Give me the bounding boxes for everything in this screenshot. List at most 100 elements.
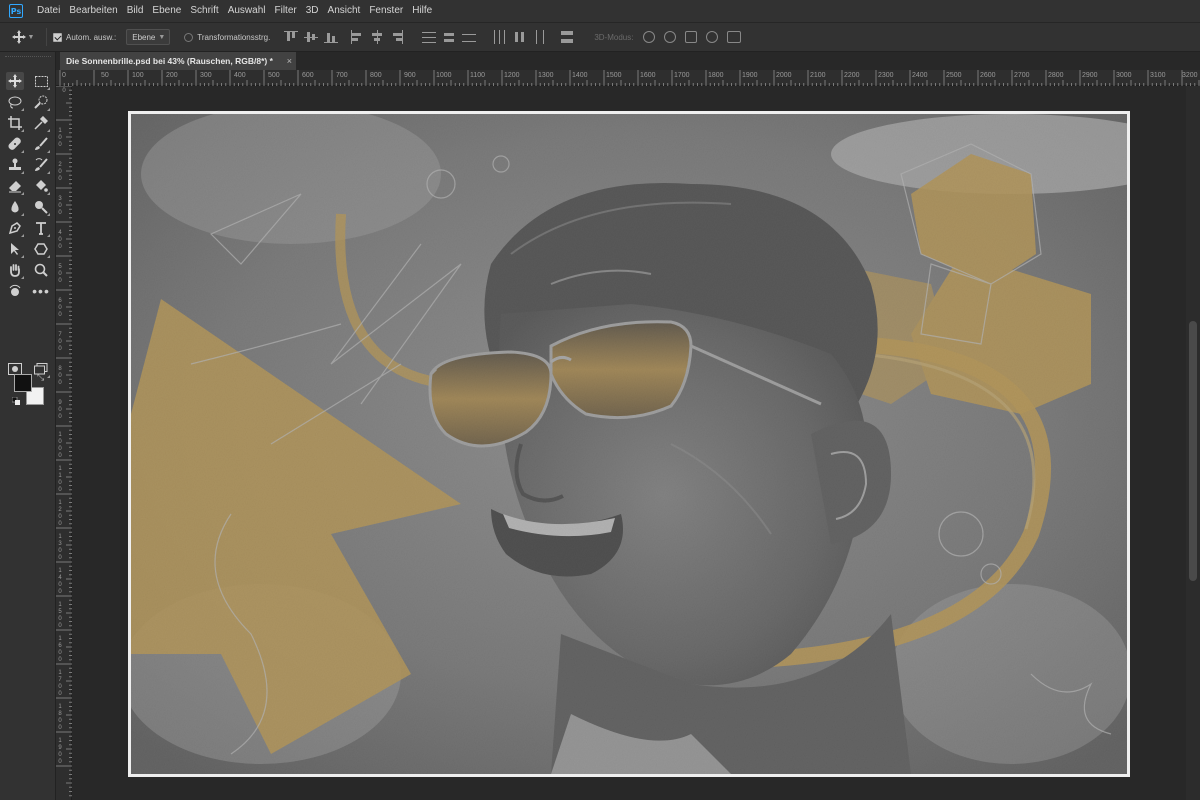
align-right-icon[interactable]	[390, 30, 404, 44]
align-bottom-icon[interactable]	[324, 30, 339, 44]
quick-select-tool[interactable]	[32, 93, 50, 111]
panel-grip[interactable]	[5, 56, 51, 62]
paint-bucket-tool[interactable]	[32, 177, 50, 195]
transform-controls-checkbox[interactable]	[184, 32, 194, 42]
3d-orbit-icon[interactable]	[643, 31, 656, 43]
rotate-view-tool[interactable]	[6, 282, 24, 300]
menu-bild[interactable]: Bild	[123, 0, 148, 22]
ruler-label: 3100	[1150, 72, 1166, 79]
eyedropper-tool[interactable]	[32, 114, 50, 132]
tools-panel: ••• ⤡	[0, 52, 56, 800]
distribute-bottom-icon[interactable]	[462, 30, 477, 44]
clone-stamp-tool[interactable]	[6, 156, 24, 174]
document-canvas[interactable]	[128, 111, 1130, 777]
ruler-label: 50	[101, 72, 109, 79]
foreground-color-swatch[interactable]	[14, 374, 32, 392]
menu-fenster[interactable]: Fenster	[365, 0, 407, 22]
menu-3d[interactable]: 3D	[302, 0, 323, 22]
ruler-label: 2000	[776, 72, 792, 79]
distribute-hcenter-icon[interactable]	[512, 30, 526, 44]
3d-scale-icon[interactable]	[727, 31, 742, 43]
auto-select-checkbox[interactable]	[53, 32, 62, 42]
layer-select-dropdown[interactable]: Ebene ▼	[126, 29, 171, 45]
stamp-icon	[9, 158, 21, 170]
ruler-label: 1 9 0 0	[58, 738, 62, 765]
ruler-label: 2800	[1048, 72, 1064, 79]
ruler-label: 1900	[742, 72, 758, 79]
ruler-label: 1 1 0 0	[58, 466, 62, 493]
eraser-tool[interactable]	[6, 177, 24, 195]
bandage-icon	[8, 137, 21, 150]
align-top-icon[interactable]	[284, 30, 299, 44]
menu-auswahl[interactable]: Auswahl	[224, 0, 270, 22]
pen-icon	[8, 222, 21, 235]
dodge-tool[interactable]	[32, 198, 50, 216]
move-tool-preset[interactable]: ▼	[6, 30, 40, 44]
ruler-label: 100	[132, 72, 144, 79]
3d-roll-icon[interactable]	[664, 31, 677, 43]
vertical-scrollbar[interactable]	[1186, 86, 1200, 800]
distribute-top-icon[interactable]	[422, 30, 437, 44]
menu-ebene[interactable]: Ebene	[148, 0, 185, 22]
menu-bearbeiten[interactable]: Bearbeiten	[65, 0, 121, 22]
rotate-hand-icon	[9, 284, 21, 296]
brush-tool[interactable]	[32, 135, 50, 153]
photoshop-logo[interactable]: Ps	[9, 4, 23, 18]
ruler-label: 1200	[504, 72, 520, 79]
vertical-ruler[interactable]: 0 1 0 0 2 0 0 3 0 0 4 0 0 5 0 0 6 0 0 7 …	[56, 86, 72, 800]
menu-filter[interactable]: Filter	[271, 0, 301, 22]
ruler-label: 5 0 0	[58, 264, 62, 284]
ruler-label: 3000	[1116, 72, 1132, 79]
hand-tool[interactable]	[6, 261, 24, 279]
align-vcenter-icon[interactable]	[304, 30, 319, 44]
marquee-icon	[34, 75, 48, 87]
align-hcenter-icon[interactable]	[370, 30, 384, 44]
ruler-label: 0	[62, 88, 66, 94]
document-tab[interactable]: Die Sonnenbrille.psd bei 43% (Rauschen, …	[60, 52, 296, 70]
more-tools[interactable]: •••	[32, 282, 50, 300]
align-left-icon[interactable]	[350, 30, 364, 44]
marquee-tool[interactable]	[32, 72, 50, 90]
healing-brush-tool[interactable]	[6, 135, 24, 153]
eyedropper-icon	[34, 116, 48, 130]
menu-datei[interactable]: Datei	[33, 0, 64, 22]
distribute-left-icon[interactable]	[492, 30, 506, 44]
arrow-icon	[11, 243, 19, 255]
ruler-label: 2300	[878, 72, 894, 79]
scrollbar-thumb[interactable]	[1189, 321, 1197, 581]
move-icon	[8, 74, 22, 88]
ruler-label: 1600	[640, 72, 656, 79]
screen-mode-button[interactable]	[32, 360, 50, 378]
blur-tool[interactable]	[6, 198, 24, 216]
move-tool[interactable]	[6, 72, 24, 90]
menu-ansicht[interactable]: Ansicht	[324, 0, 365, 22]
zoom-tool[interactable]	[32, 261, 50, 279]
default-colors-icon[interactable]	[12, 397, 20, 405]
ruler-label: 1800	[708, 72, 724, 79]
layer-select-value: Ebene	[132, 32, 156, 42]
type-tool[interactable]	[32, 219, 50, 237]
ruler-label: 6 0 0	[58, 298, 62, 318]
ruler-label: 900	[404, 72, 416, 79]
close-icon[interactable]: ×	[287, 56, 292, 66]
menu-schrift[interactable]: Schrift	[186, 0, 222, 22]
distribute-right-icon[interactable]	[532, 30, 546, 44]
shape-tool[interactable]	[32, 240, 50, 258]
ruler-label: 1700	[674, 72, 690, 79]
ruler-label: 1 8 0 0	[58, 704, 62, 731]
horizontal-ruler[interactable]: 0 50 100 200 300 400 500 600 700 800 900…	[56, 70, 1200, 86]
ruler-label: 2700	[1014, 72, 1030, 79]
path-select-tool[interactable]	[6, 240, 24, 258]
distribute-vcenter-icon[interactable]	[442, 30, 456, 44]
history-brush-tool[interactable]	[32, 156, 50, 174]
lasso-tool[interactable]	[6, 93, 24, 111]
crop-tool[interactable]	[6, 114, 24, 132]
menu-hilfe[interactable]: Hilfe	[408, 0, 436, 22]
3d-pan-icon[interactable]	[685, 31, 698, 43]
ellipsis-icon: •••	[32, 283, 50, 299]
distribute-spacing-icon[interactable]	[560, 30, 574, 44]
ruler-label: 300	[200, 72, 212, 79]
ruler-label: 1300	[538, 72, 554, 79]
3d-slide-icon[interactable]	[706, 31, 719, 43]
pen-tool[interactable]	[6, 219, 24, 237]
